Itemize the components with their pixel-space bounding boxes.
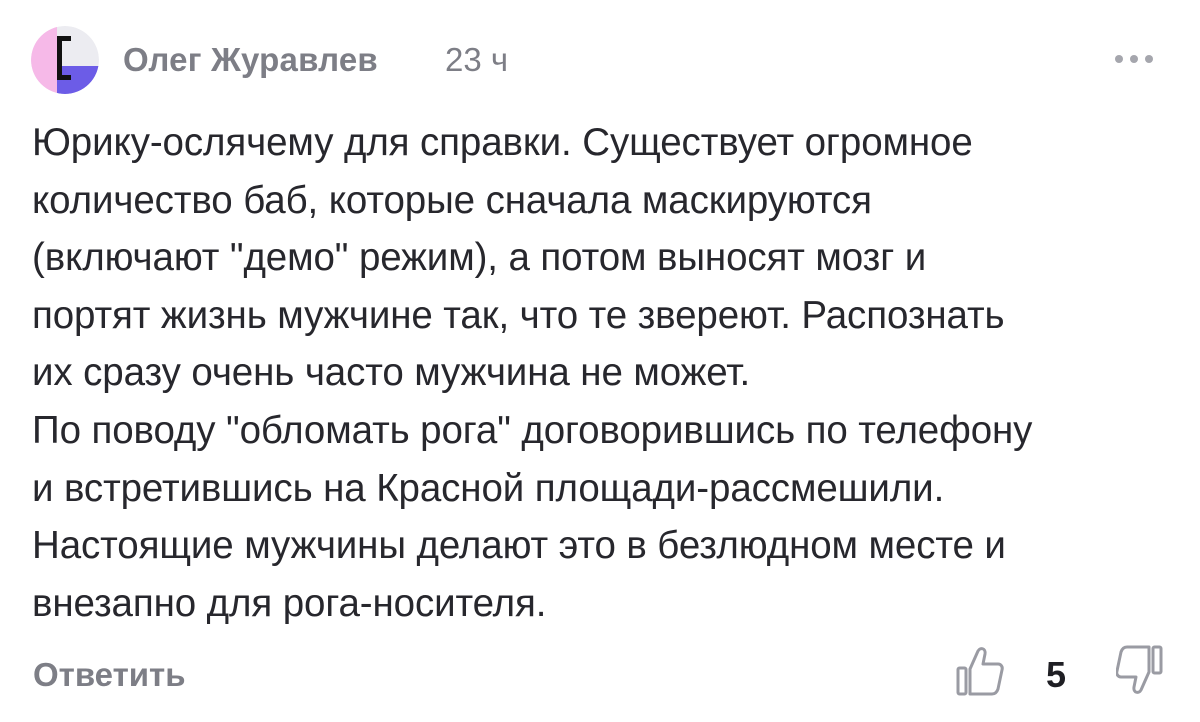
comment-text-line: Настоящие мужчины делают это в безлюдном… [32,524,1006,568]
vote-score: 5 [1046,654,1067,695]
comment-card: Олег Журавлев 23 ч Юрику-ослячему для сп… [0,0,1200,722]
more-dots-icon[interactable] [1113,48,1157,68]
comment-text-line: (включают "демо" режим), а потом выносят… [32,236,927,280]
thumbs-down-icon[interactable] [1116,643,1164,699]
comment-text-line: их сразу очень часто мужчина не может. [32,351,751,395]
avatar[interactable] [31,26,99,94]
comment-text: Юрику-ослячему для справки. Существует о… [32,114,1172,632]
reply-button[interactable]: Ответить [33,656,186,694]
comment-text-line: количество баб, которые сначала маскирую… [32,178,872,222]
comment-text-line: и встретившись на Красной площади-рассме… [32,466,945,510]
thumbs-up-icon[interactable] [955,642,1005,698]
comment-text-line: Юрику-ослячему для справки. Существует о… [32,121,973,164]
comment-text-line: По поводу "обломать рога" договорившись … [32,408,1033,452]
comment-header: Олег Журавлев 23 ч [31,26,1171,96]
comment-time: 23 ч [445,41,509,78]
author-name[interactable]: Олег Журавлев [123,41,378,79]
comment-text-line: портят жизнь мужчине так, что те зверeют… [32,293,1005,337]
comment-text-line: внезапно для рога-носителя. [32,581,547,625]
